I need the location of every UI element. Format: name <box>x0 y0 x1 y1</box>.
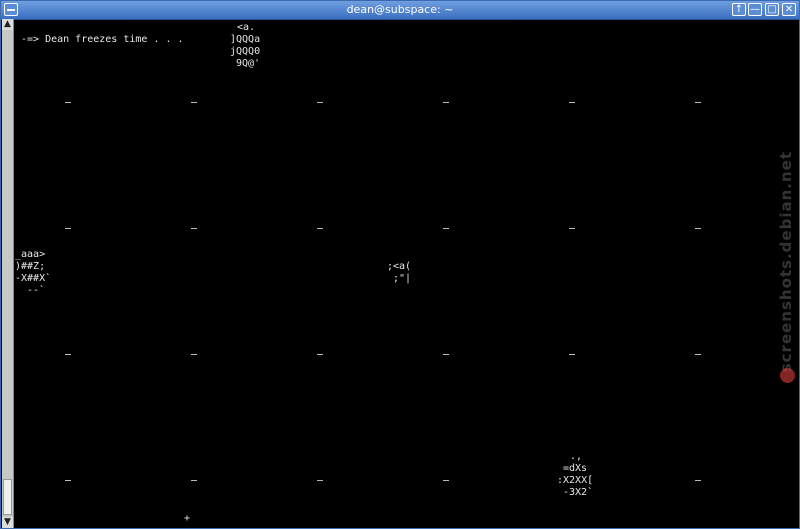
ascii-ship-mid-line: ;<a( <box>387 261 412 272</box>
terminal-window: dean@subspace: ~ ↑ — □ ✕ ▲ ▼ -=> Dean fr… <box>0 0 800 529</box>
ascii-ship-bottom-line: -3X2` <box>563 487 594 498</box>
ascii-ship-top-line: ]QQQa <box>230 34 261 45</box>
star-dot <box>317 354 323 355</box>
scroll-thumb[interactable] <box>3 479 12 515</box>
ascii-ship-bottom-line: =dXs <box>563 463 588 474</box>
cursor-marker: + <box>184 513 191 524</box>
ascii-ship-top-line: jQQQ0 <box>230 46 261 57</box>
debian-swirl-icon <box>780 368 795 383</box>
ascii-ship-mid-line: ;"| <box>393 273 412 284</box>
watermark: screenshots.debian.net <box>777 151 799 391</box>
star-dot <box>569 102 575 103</box>
window-title: dean@subspace: ~ <box>346 3 454 16</box>
star-dot <box>569 228 575 229</box>
star-dot <box>65 228 71 229</box>
scroll-down-icon[interactable]: ▼ <box>2 517 13 528</box>
vertical-scrollbar[interactable]: ▲ ▼ <box>2 19 14 528</box>
star-dot <box>443 354 449 355</box>
close-button[interactable]: ✕ <box>782 3 796 16</box>
star-dot <box>569 354 575 355</box>
watermark-text: screenshots.debian.net <box>777 151 795 373</box>
star-dot <box>191 480 197 481</box>
star-dot <box>317 102 323 103</box>
star-dot <box>443 102 449 103</box>
star-dot <box>317 480 323 481</box>
terminal-output[interactable]: -=> Dean freezes time . . . <a. ]QQQa jQ… <box>14 20 799 528</box>
ascii-ship-left-line: )##Z; <box>15 261 46 272</box>
title-bar[interactable]: dean@subspace: ~ ↑ — □ ✕ <box>1 1 799 20</box>
star-dot <box>65 102 71 103</box>
shade-button[interactable]: ↑ <box>732 3 746 16</box>
star-dot <box>317 228 323 229</box>
star-dot <box>695 228 701 229</box>
ascii-ship-left-line: -X##X` <box>15 273 52 284</box>
star-dot <box>191 102 197 103</box>
star-dot <box>65 354 71 355</box>
scroll-up-icon[interactable]: ▲ <box>2 19 13 30</box>
star-dot <box>191 354 197 355</box>
maximize-button[interactable]: □ <box>765 3 779 16</box>
star-dot <box>695 102 701 103</box>
game-message: -=> Dean freezes time . . . <box>21 34 184 45</box>
star-dot <box>191 228 197 229</box>
ascii-ship-left-line: _aaa> <box>15 249 46 260</box>
minimize-button[interactable]: — <box>748 3 762 16</box>
ascii-ship-top-line: <a. <box>237 22 256 33</box>
star-dot <box>695 480 701 481</box>
ascii-ship-left-line: --` <box>27 285 46 296</box>
star-dot <box>443 228 449 229</box>
ascii-ship-top-line: 9Q@' <box>236 58 261 69</box>
star-dot <box>695 354 701 355</box>
star-dot <box>65 480 71 481</box>
ascii-ship-bottom-line: :X2XX[ <box>557 475 594 486</box>
star-dot <box>443 480 449 481</box>
ascii-ship-bottom-line: ., <box>570 451 583 462</box>
